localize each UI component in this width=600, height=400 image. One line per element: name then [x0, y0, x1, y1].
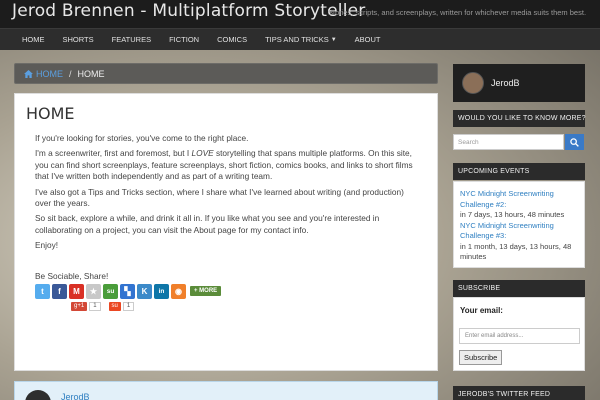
more-share-button[interactable]: + MORE — [190, 286, 222, 297]
nav-item-features[interactable]: FEATURES — [112, 35, 151, 44]
linkedin-icon[interactable]: in — [154, 283, 169, 299]
search-icon — [570, 137, 579, 147]
main-content: HOME If you're looking for stories, you'… — [14, 93, 438, 371]
emphasis: LOVE — [191, 148, 214, 159]
subscribe-heading: SUBSCRIBE — [453, 280, 585, 297]
events-heading: UPCOMING EVENTS — [453, 163, 585, 180]
nav-label: HOME — [22, 35, 45, 44]
breadcrumb-home-link[interactable]: HOME — [24, 69, 63, 79]
nav-item-comics[interactable]: COMICS — [217, 35, 247, 44]
stumbleupon-count: 1 — [122, 301, 135, 311]
facebook-icon[interactable]: f — [52, 283, 67, 299]
nav-label: SHORTS — [62, 35, 94, 44]
nav-item-fiction[interactable]: FICTION — [169, 35, 199, 44]
twitter-icon[interactable]: t — [35, 283, 50, 299]
kindle-icon[interactable]: K — [137, 283, 152, 299]
subscribe-label: Your email: — [460, 306, 503, 315]
nav-label: FEATURES — [111, 35, 152, 44]
main-nav: HOME SHORTS FEATURES FICTION COMICS TIPS… — [0, 28, 600, 50]
paragraph: So sit back, explore a while, and drink … — [35, 213, 380, 235]
paragraph: If you're looking for stories, you've co… — [35, 133, 249, 143]
search-input[interactable]: Search — [453, 134, 564, 150]
breadcrumb-current: HOME — [77, 68, 105, 79]
events-widget: NYC Midnight Screenwriting Challenge #2:… — [453, 181, 585, 268]
paragraph: Enjoy! — [35, 240, 59, 251]
page-title: HOME — [26, 104, 75, 123]
author-name[interactable]: JerodB — [61, 392, 90, 400]
nav-item-about[interactable]: ABOUT — [355, 35, 381, 44]
nav-item-shorts[interactable]: SHORTS — [63, 35, 94, 44]
nav-item-tips-and-tricks[interactable]: TIPS AND TRICKS ▼ — [265, 35, 337, 44]
list-item: NYC Midnight Screenwriting Challenge #2:… — [454, 189, 584, 221]
gplus-icon: g+1 — [71, 301, 88, 311]
site-tagline: Stories, scripts, and screenplays, writt… — [328, 8, 587, 17]
search-button[interactable] — [565, 134, 584, 150]
nav-label: COMICS — [217, 35, 248, 44]
sidebar-profile[interactable]: JerodB — [453, 64, 585, 102]
avatar — [462, 72, 484, 94]
know-more-heading: WOULD YOU LIKE TO KNOW MORE? — [453, 110, 586, 127]
breadcrumb-separator: / — [69, 68, 72, 79]
stumbleupon-icon[interactable]: su — [103, 283, 118, 299]
event-link[interactable]: NYC Midnight Screenwriting Challenge #2: — [460, 189, 580, 210]
paragraph: I'm a screenwriter, first and foremost, … — [35, 148, 419, 182]
share-buttons: t f M ★ su ▚ Kin ◉ + MORE — [35, 283, 427, 299]
home-icon — [24, 69, 33, 78]
share-counters: g+1 1 su 1 — [71, 301, 427, 311]
event-countdown: in 7 days, 13 hours, 48 minutes — [460, 210, 565, 219]
share-circle-icon[interactable]: ◉ — [171, 283, 186, 299]
email-field[interactable]: Enter email address... — [459, 328, 580, 344]
stumbleupon-small-icon: su — [108, 301, 121, 311]
subscribe-widget: Your email: Enter email address... Subsc… — [453, 297, 585, 371]
site-title[interactable]: Jerod Brennen - Multiplatform Storytelle… — [12, 1, 365, 21]
favorites-star-icon[interactable]: ★ — [86, 283, 101, 299]
site-header: Jerod Brennen - Multiplatform Storytelle… — [0, 0, 600, 28]
text-run: I'm a screenwriter, first and foremost, … — [35, 148, 192, 159]
breadcrumb-home-label: HOME — [36, 68, 63, 79]
delicious-icon[interactable]: ▚ — [120, 283, 135, 299]
share-label: Be Sociable, Share! — [35, 270, 109, 281]
twitter-feed-heading: JERODB'S TWITTER FEED — [453, 386, 585, 400]
avatar — [25, 390, 51, 400]
gplus-count: 1 — [89, 301, 101, 311]
nav-label: TIPS AND TRICKS — [265, 35, 329, 44]
page-body: If you're looking for stories, you've co… — [25, 133, 427, 252]
subscribe-button[interactable]: Subscribe — [459, 350, 503, 365]
event-link[interactable]: NYC Midnight Screenwriting Challenge #3: — [460, 221, 580, 242]
author-card: JerodB — [14, 381, 438, 400]
nav-label: ABOUT — [354, 35, 381, 44]
nav-item-home[interactable]: HOME — [22, 35, 45, 44]
profile-name: JerodB — [491, 78, 520, 88]
list-item: NYC Midnight Screenwriting Challenge #3:… — [454, 221, 584, 263]
nav-label: FICTION — [169, 35, 200, 44]
paragraph: I've also got a Tips and Tricks section,… — [35, 186, 404, 209]
more-label: MORE — [199, 288, 218, 295]
breadcrumb: HOME / HOME — [14, 63, 438, 84]
gplus-counter[interactable]: g+1 1 — [71, 301, 101, 311]
event-countdown: in 1 month, 13 days, 13 hours, 48 minute… — [460, 241, 572, 262]
caret-down-icon: ▼ — [330, 36, 337, 43]
gmail-icon[interactable]: M — [69, 283, 84, 299]
stumbleupon-counter[interactable]: su 1 — [108, 301, 135, 311]
